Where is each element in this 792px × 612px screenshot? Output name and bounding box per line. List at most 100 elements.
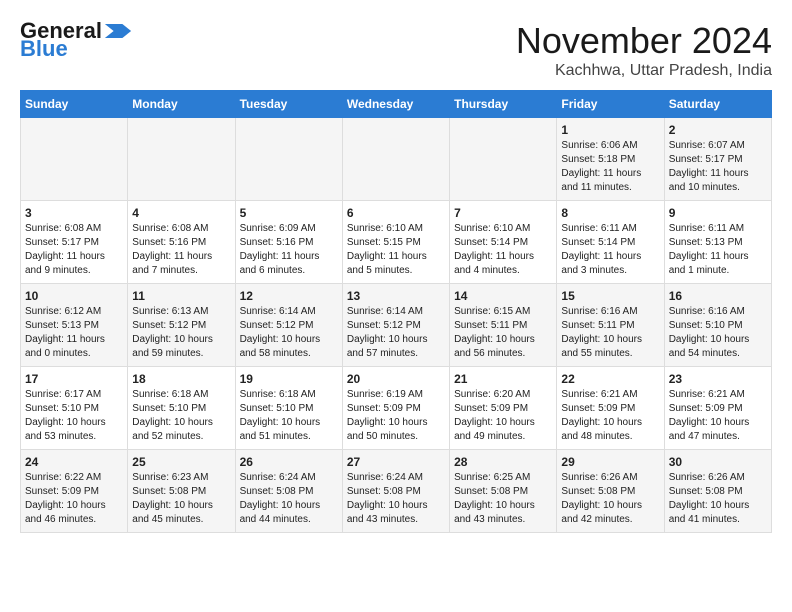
day-info: Sunset: 5:15 PM bbox=[347, 236, 445, 250]
calendar-week-row: 10Sunrise: 6:12 AMSunset: 5:13 PMDayligh… bbox=[21, 284, 772, 367]
calendar-cell: 14 Sunrise: 6:15 AMSunset: 5:11 PMDayligh… bbox=[450, 284, 557, 367]
col-header-friday: Friday bbox=[557, 91, 664, 118]
day-info: Daylight: 10 hours and 45 minutes. bbox=[132, 499, 230, 527]
calendar-cell: 2Sunrise: 6:07 AMSunset: 5:17 PMDaylight… bbox=[664, 118, 771, 201]
day-info: Sunset: 5:12 PM bbox=[240, 319, 338, 333]
day-info: Daylight: 10 hours and 55 minutes. bbox=[561, 333, 659, 361]
calendar-cell: 28Sunrise: 6:25 AMSunset: 5:08 PMDayligh… bbox=[450, 450, 557, 533]
day-number: 1 bbox=[561, 123, 659, 137]
day-info: Sunset: 5:09 PM bbox=[347, 402, 445, 416]
day-info: Sunset: 5:08 PM bbox=[561, 485, 659, 499]
day-info: Sunrise: 6:24 AM bbox=[240, 471, 338, 485]
day-info: Sunrise: 6:24 AM bbox=[347, 471, 445, 485]
day-number: 28 bbox=[454, 455, 552, 469]
day-info: Sunrise: 6:21 AM bbox=[669, 388, 767, 402]
day-info: Sunset: 5:13 PM bbox=[669, 236, 767, 250]
calendar-body: 1Sunrise: 6:06 AMSunset: 5:18 PMDaylight… bbox=[21, 118, 772, 533]
day-info: Daylight: 11 hours and 5 minutes. bbox=[347, 250, 445, 278]
day-info: Daylight: 10 hours and 43 minutes. bbox=[454, 499, 552, 527]
calendar-cell: 1Sunrise: 6:06 AMSunset: 5:18 PMDaylight… bbox=[557, 118, 664, 201]
day-number: 24 bbox=[25, 455, 123, 469]
day-number: 16 bbox=[669, 289, 767, 303]
calendar-week-row: 24Sunrise: 6:22 AMSunset: 5:09 PMDayligh… bbox=[21, 450, 772, 533]
calendar-cell: 18Sunrise: 6:18 AMSunset: 5:10 PMDayligh… bbox=[128, 367, 235, 450]
day-info: Sunrise: 6:21 AM bbox=[561, 388, 659, 402]
day-info: Sunset: 5:16 PM bbox=[132, 236, 230, 250]
calendar-cell: 24Sunrise: 6:22 AMSunset: 5:09 PMDayligh… bbox=[21, 450, 128, 533]
day-number: 29 bbox=[561, 455, 659, 469]
day-info: Sunrise: 6:15 AM bbox=[454, 305, 552, 319]
day-number: 17 bbox=[25, 372, 123, 386]
page-header: General Blue November 2024 Kachhwa, Utta… bbox=[20, 20, 772, 80]
col-header-wednesday: Wednesday bbox=[342, 91, 449, 118]
day-number: 12 bbox=[240, 289, 338, 303]
day-info: Daylight: 10 hours and 54 minutes. bbox=[669, 333, 767, 361]
col-header-tuesday: Tuesday bbox=[235, 91, 342, 118]
day-info: Sunset: 5:08 PM bbox=[454, 485, 552, 499]
day-number: 4 bbox=[132, 206, 230, 220]
calendar-cell: 22Sunrise: 6:21 AMSunset: 5:09 PMDayligh… bbox=[557, 367, 664, 450]
day-info: Sunrise: 6:14 AM bbox=[347, 305, 445, 319]
day-info: Daylight: 10 hours and 47 minutes. bbox=[669, 416, 767, 444]
calendar-week-row: 17Sunrise: 6:17 AMSunset: 5:10 PMDayligh… bbox=[21, 367, 772, 450]
day-info: Daylight: 10 hours and 43 minutes. bbox=[347, 499, 445, 527]
day-number: 22 bbox=[561, 372, 659, 386]
day-info: Daylight: 10 hours and 56 minutes. bbox=[454, 333, 552, 361]
day-number: 25 bbox=[132, 455, 230, 469]
day-info: Sunset: 5:14 PM bbox=[454, 236, 552, 250]
day-info: Sunrise: 6:09 AM bbox=[240, 222, 338, 236]
day-info: Daylight: 11 hours and 1 minute. bbox=[669, 250, 767, 278]
calendar-cell: 25Sunrise: 6:23 AMSunset: 5:08 PMDayligh… bbox=[128, 450, 235, 533]
day-info: Sunrise: 6:20 AM bbox=[454, 388, 552, 402]
day-info: Daylight: 11 hours and 7 minutes. bbox=[132, 250, 230, 278]
day-info: Sunset: 5:10 PM bbox=[669, 319, 767, 333]
day-info: Sunset: 5:10 PM bbox=[25, 402, 123, 416]
col-header-saturday: Saturday bbox=[664, 91, 771, 118]
day-number: 27 bbox=[347, 455, 445, 469]
calendar-cell: 6Sunrise: 6:10 AMSunset: 5:15 PMDaylight… bbox=[342, 201, 449, 284]
calendar-cell: 29Sunrise: 6:26 AMSunset: 5:08 PMDayligh… bbox=[557, 450, 664, 533]
day-info: Daylight: 10 hours and 52 minutes. bbox=[132, 416, 230, 444]
calendar-cell: 26Sunrise: 6:24 AMSunset: 5:08 PMDayligh… bbox=[235, 450, 342, 533]
day-number: 21 bbox=[454, 372, 552, 386]
calendar-cell: 15Sunrise: 6:16 AMSunset: 5:11 PMDayligh… bbox=[557, 284, 664, 367]
calendar-cell: 11Sunrise: 6:13 AMSunset: 5:12 PMDayligh… bbox=[128, 284, 235, 367]
calendar-cell: 3Sunrise: 6:08 AMSunset: 5:17 PMDaylight… bbox=[21, 201, 128, 284]
day-info: Sunrise: 6:08 AM bbox=[132, 222, 230, 236]
calendar-cell: 7Sunrise: 6:10 AMSunset: 5:14 PMDaylight… bbox=[450, 201, 557, 284]
calendar-table: SundayMondayTuesdayWednesdayThursdayFrid… bbox=[20, 90, 772, 533]
day-info: Sunset: 5:11 PM bbox=[454, 319, 552, 333]
col-header-thursday: Thursday bbox=[450, 91, 557, 118]
day-info: Daylight: 10 hours and 49 minutes. bbox=[454, 416, 552, 444]
calendar-cell: 23Sunrise: 6:21 AMSunset: 5:09 PMDayligh… bbox=[664, 367, 771, 450]
day-info: Daylight: 10 hours and 46 minutes. bbox=[25, 499, 123, 527]
calendar-cell: 13Sunrise: 6:14 AMSunset: 5:12 PMDayligh… bbox=[342, 284, 449, 367]
day-number: 11 bbox=[132, 289, 230, 303]
day-number: 14 bbox=[454, 289, 552, 303]
day-number: 18 bbox=[132, 372, 230, 386]
day-info: Daylight: 10 hours and 51 minutes. bbox=[240, 416, 338, 444]
calendar-cell: 27Sunrise: 6:24 AMSunset: 5:08 PMDayligh… bbox=[342, 450, 449, 533]
day-info: Sunset: 5:14 PM bbox=[561, 236, 659, 250]
day-number: 10 bbox=[25, 289, 123, 303]
logo: General Blue bbox=[20, 20, 132, 60]
day-info: Sunrise: 6:10 AM bbox=[347, 222, 445, 236]
day-info: Sunrise: 6:16 AM bbox=[561, 305, 659, 319]
calendar-cell bbox=[128, 118, 235, 201]
calendar-week-row: 1Sunrise: 6:06 AMSunset: 5:18 PMDaylight… bbox=[21, 118, 772, 201]
day-info: Sunset: 5:08 PM bbox=[132, 485, 230, 499]
day-info: Sunset: 5:17 PM bbox=[669, 153, 767, 167]
day-info: Daylight: 10 hours and 41 minutes. bbox=[669, 499, 767, 527]
calendar-cell: 12Sunrise: 6:14 AMSunset: 5:12 PMDayligh… bbox=[235, 284, 342, 367]
day-info: Sunset: 5:09 PM bbox=[669, 402, 767, 416]
day-info: Sunrise: 6:18 AM bbox=[132, 388, 230, 402]
logo-icon bbox=[104, 24, 132, 38]
calendar-header: SundayMondayTuesdayWednesdayThursdayFrid… bbox=[21, 91, 772, 118]
day-number: 26 bbox=[240, 455, 338, 469]
day-info: Daylight: 11 hours and 6 minutes. bbox=[240, 250, 338, 278]
day-info: Daylight: 10 hours and 44 minutes. bbox=[240, 499, 338, 527]
day-info: Sunrise: 6:11 AM bbox=[561, 222, 659, 236]
day-info: Sunrise: 6:16 AM bbox=[669, 305, 767, 319]
calendar-cell: 5Sunrise: 6:09 AMSunset: 5:16 PMDaylight… bbox=[235, 201, 342, 284]
calendar-week-row: 3Sunrise: 6:08 AMSunset: 5:17 PMDaylight… bbox=[21, 201, 772, 284]
